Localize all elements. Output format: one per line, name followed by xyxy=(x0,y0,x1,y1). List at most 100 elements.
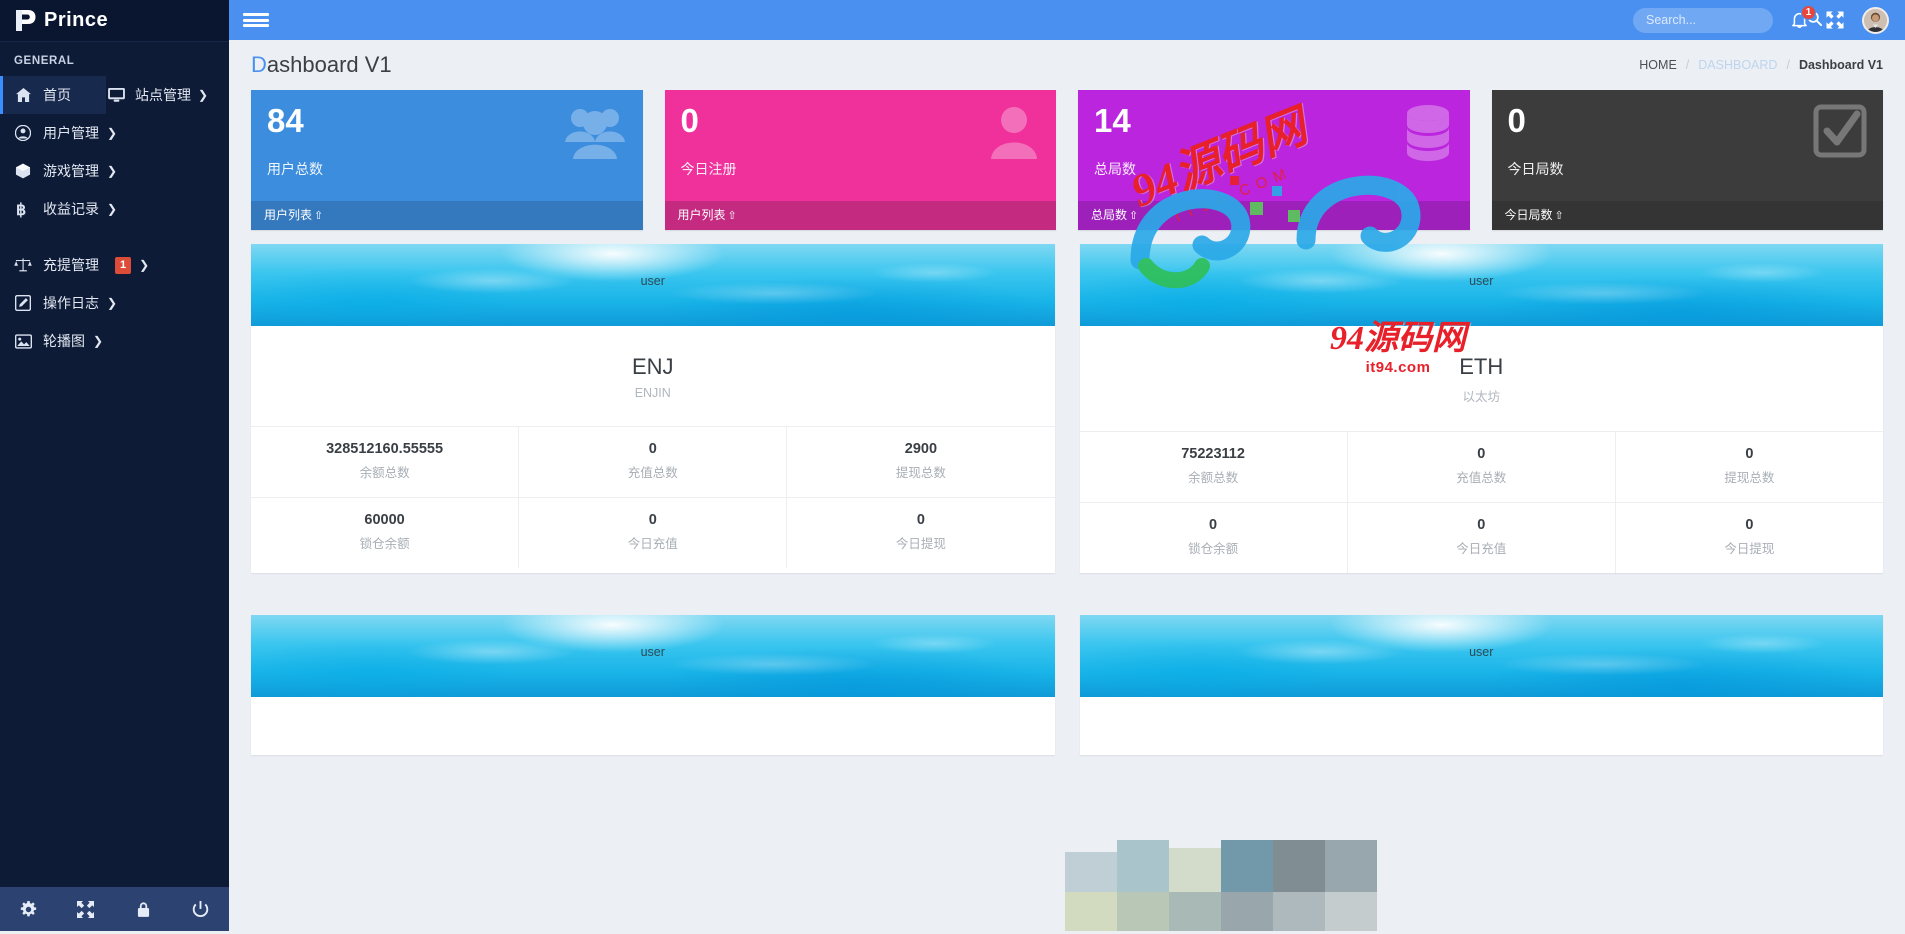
coin-card-eth: user ETH 以太坊 75223112 余额总数 0 充值总数 0 提现总数… xyxy=(1079,244,1884,573)
prince-p-logo-icon xyxy=(14,8,37,33)
coin-stat-caption: 今日充值 xyxy=(627,537,678,551)
svg-text:฿: ฿ xyxy=(16,202,26,218)
coin-stats-row: 75223112 余额总数 0 充值总数 0 提现总数 xyxy=(1080,432,1884,502)
users-group-icon xyxy=(563,104,627,163)
stat-card-body: 14 总局数 xyxy=(1078,90,1470,201)
fullscreen-icon[interactable] xyxy=(57,900,114,918)
monitor-icon xyxy=(106,88,126,102)
coin-stat-cell: 0 充值总数 xyxy=(518,427,786,497)
coin-stat-caption: 锁仓余额 xyxy=(359,537,410,551)
coin-banner: user xyxy=(1079,244,1883,326)
sidebar-item-carousel[interactable]: 轮播图 ❯ xyxy=(0,322,229,360)
topbar-actions: 1 xyxy=(1633,5,1905,34)
coin-stat-value: 0 xyxy=(1745,446,1754,462)
sidebar-item-operation-log[interactable]: 操作日志 ❯ xyxy=(0,284,229,322)
sidebar-row-5: 充提管理 1 ❯ xyxy=(0,246,229,284)
stat-value: 0 xyxy=(680,102,699,139)
coin-stat-cell: 328512160.55555 余额总数 xyxy=(251,427,518,497)
sidebar-item-home[interactable]: 首页 xyxy=(0,76,106,114)
avatar[interactable] xyxy=(1862,6,1889,34)
cart-arrow-icon: ⇧ xyxy=(1554,210,1564,222)
user-single-icon xyxy=(988,104,1040,163)
cube-icon xyxy=(13,163,33,179)
coin-cards: user ENJ ENJIN 328512160.55555 余额总数 0 充值… xyxy=(251,244,1883,573)
coin-stat-cell: 0 今日提现 xyxy=(786,498,1054,568)
sidebar-item-site-management[interactable]: 站点管理 ❯ xyxy=(106,76,208,114)
breadcrumb-current: Dashboard V1 xyxy=(1798,58,1883,72)
sidebar-item-game-management[interactable]: 游戏管理 ❯ xyxy=(0,152,229,190)
fullscreen-arrows-icon[interactable] xyxy=(1826,11,1844,29)
coin-stats-grid: 328512160.55555 余额总数 0 充值总数 2900 提现总数 60… xyxy=(251,426,1055,568)
breadcrumb-home[interactable]: HOME xyxy=(1639,58,1677,72)
coin-banner: user xyxy=(251,244,1055,326)
stat-label: 今日局数 xyxy=(1507,160,1564,177)
cart-arrow-icon: ⇧ xyxy=(727,210,737,222)
sidebar-item-deposit-withdraw[interactable]: 充提管理 1 ❯ xyxy=(0,246,229,284)
sidebar-item-label: 收益记录 xyxy=(43,201,99,217)
coin-banner-label: user xyxy=(640,645,665,659)
sidebar-gap xyxy=(0,228,229,246)
coin-banner-label: user xyxy=(1469,645,1494,659)
page-title-rest: ashboard V1 xyxy=(266,52,392,77)
stat-card-footer-link[interactable]: 用户列表 ⇧ xyxy=(664,201,1056,230)
breadcrumb-separator: / xyxy=(1786,58,1790,72)
breadcrumb-dashboard[interactable]: DASHBOARD xyxy=(1698,58,1777,72)
sidebar-item-user-management[interactable]: 用户管理 ❯ xyxy=(0,114,229,152)
user-circle-icon xyxy=(13,125,33,141)
sidebar-row-4: ฿ 收益记录 ❯ xyxy=(0,190,229,228)
coin-stat-value: 75223112 xyxy=(1181,446,1245,462)
stat-card-total-users: 84 用户总数 用户列表 ⇧ xyxy=(251,90,643,230)
sidebar-item-label: 首页 xyxy=(43,87,71,103)
check-square-icon xyxy=(1813,104,1867,161)
power-icon[interactable] xyxy=(172,900,229,918)
stat-card-footer-link[interactable]: 今日局数 ⇧ xyxy=(1491,201,1883,230)
bitcoin-icon: ฿ xyxy=(13,201,33,218)
home-icon xyxy=(13,88,33,102)
bell-icon[interactable]: 1 xyxy=(1791,5,1816,29)
sidebar-item-revenue-records[interactable]: ฿ 收益记录 ❯ xyxy=(0,190,229,228)
stat-card-footer-link[interactable]: 总局数 ⇧ xyxy=(1078,201,1470,230)
search-input[interactable] xyxy=(1646,13,1807,27)
stat-card-today-register: 0 今日注册 用户列表 ⇧ xyxy=(664,90,1056,230)
search-box[interactable] xyxy=(1633,7,1822,33)
gear-icon[interactable] xyxy=(0,900,57,918)
sidebar-item-label: 用户管理 xyxy=(43,125,99,141)
stat-footer-label: 今日局数 xyxy=(1504,208,1553,222)
cart-arrow-icon: ⇧ xyxy=(314,210,324,222)
coin-title-area: ENJ ENJIN xyxy=(251,326,1055,426)
notification-badge: 1 xyxy=(1801,5,1816,20)
stat-card-body: 84 用户总数 xyxy=(251,90,643,201)
page-title: Dashboard V1 xyxy=(251,52,392,78)
chevron-right-icon: ❯ xyxy=(107,164,118,178)
coin-stat-value: 0 xyxy=(1745,517,1754,533)
page-header: Dashboard V1 HOME / DASHBOARD / Dashboar… xyxy=(251,40,1883,90)
coin-stat-caption: 提现总数 xyxy=(895,466,946,480)
sidebar-item-label: 操作日志 xyxy=(43,295,99,311)
stat-card-today-rounds: 0 今日局数 今日局数 ⇧ xyxy=(1491,90,1884,230)
hamburger-icon[interactable] xyxy=(229,0,283,40)
image-icon xyxy=(13,333,33,349)
brand-name: Prince xyxy=(44,9,109,31)
stat-card-total-rounds: 14 总局数 总局数 ⇧ xyxy=(1078,90,1470,230)
coin-banner: user xyxy=(1079,615,1883,697)
sidebar-section-header: GENERAL xyxy=(14,55,75,67)
coin-stat-value: 0 xyxy=(1209,517,1218,533)
coin-stat-cell: 0 提现总数 xyxy=(1614,432,1883,502)
coin-stat-value: 0 xyxy=(648,512,657,528)
stat-footer-label: 总局数 xyxy=(1091,208,1128,222)
coin-stat-cell: 0 今日充值 xyxy=(518,498,786,568)
coin-stat-value: 328512160.55555 xyxy=(326,441,444,457)
sidebar-item-label: 轮播图 xyxy=(43,333,85,349)
coin-stat-caption: 锁仓余额 xyxy=(1188,542,1239,556)
coin-name: ENJIN xyxy=(634,386,671,400)
lock-icon[interactable] xyxy=(115,901,172,918)
stat-card-footer-link[interactable]: 用户列表 ⇧ xyxy=(251,201,643,230)
coin-stat-value: 0 xyxy=(916,512,925,528)
coin-stats-row: 0 锁仓余额 0 今日充值 0 今日提现 xyxy=(1079,502,1883,573)
coin-card-bottom-1: user xyxy=(251,615,1055,755)
chevron-right-icon: ❯ xyxy=(107,202,118,216)
brand-logo-area[interactable]: Prince xyxy=(0,0,229,42)
coin-stat-value: 0 xyxy=(1477,517,1486,533)
stat-card-body: 0 今日局数 xyxy=(1492,90,1884,201)
coin-banner-label: user xyxy=(640,274,665,288)
